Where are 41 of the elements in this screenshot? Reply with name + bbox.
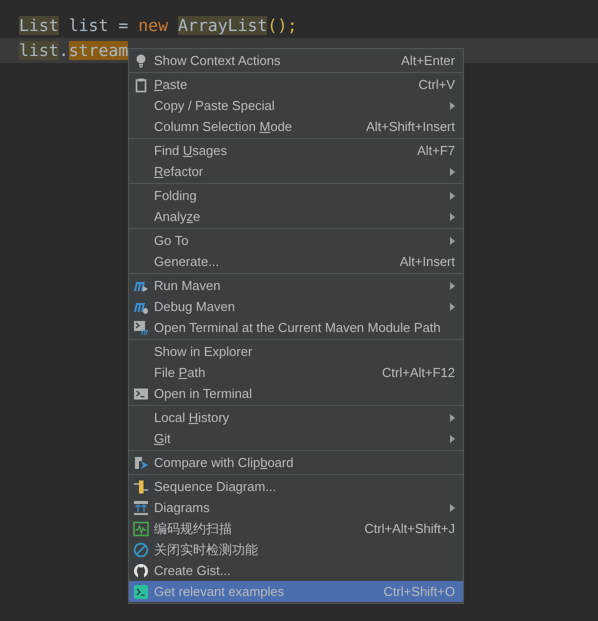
forbidden-icon	[133, 542, 149, 558]
diagram-icon	[133, 500, 149, 516]
menu-item[interactable]: Go To	[129, 230, 463, 251]
compare-icon	[133, 454, 149, 470]
menu-item[interactable]: 编码规约扫描 Ctrl+Alt+Shift+J	[129, 518, 463, 539]
menu-item[interactable]: Column Selection Mode Alt+Shift+Insert	[129, 116, 463, 137]
sequence-diagram-icon	[133, 478, 149, 494]
menu-item[interactable]: Local History	[129, 407, 463, 428]
shortcut-text: Alt+Shift+Insert	[366, 119, 455, 134]
menu-item[interactable]: Debug Maven	[129, 296, 463, 317]
menu-item[interactable]: Run Maven	[129, 275, 463, 296]
clipboard-icon	[133, 76, 149, 92]
code-line: List list = new ArrayList();	[18, 15, 298, 37]
chart-icon	[133, 520, 149, 536]
terminal-icon	[133, 386, 149, 402]
terminal-icon	[133, 320, 149, 336]
cat-icon	[133, 562, 149, 578]
shortcut-text: Ctrl+Alt+Shift+J	[364, 521, 455, 536]
menu-item[interactable]: Diagrams	[129, 497, 463, 518]
menu-item[interactable]: Create Gist...	[129, 560, 463, 581]
menu-item[interactable]: File Path Ctrl+Alt+F12	[129, 362, 463, 383]
menu-item[interactable]: Refactor	[129, 161, 463, 182]
shortcut-text: Alt+F7	[417, 143, 455, 158]
menu-item[interactable]: 关闭实时检测功能	[129, 539, 463, 560]
menu-item[interactable]: Copy / Paste Special	[129, 95, 463, 116]
menu-item[interactable]: Sequence Diagram...	[129, 476, 463, 497]
menu-item[interactable]: Open Terminal at the Current Maven Module Path	[129, 317, 463, 338]
shortcut-text: Ctrl+Alt+F12	[382, 365, 455, 380]
menu-item[interactable]: Compare with Clipboard	[129, 452, 463, 473]
menu-item[interactable]: Git	[129, 428, 463, 449]
terminal-icon	[133, 584, 149, 600]
menu-item[interactable]: Generate... Alt+Insert	[129, 251, 463, 272]
menu-item[interactable]: Paste Ctrl+V	[129, 74, 463, 95]
shortcut-text: Ctrl+V	[418, 77, 455, 92]
menu-item[interactable]: Folding	[129, 185, 463, 206]
shortcut-text: Alt+Insert	[400, 254, 455, 269]
menu-item[interactable]: Find Usages Alt+F7	[129, 140, 463, 161]
menu-item[interactable]: Show in Explorer	[129, 341, 463, 362]
shortcut-text: Ctrl+Shift+O	[383, 584, 455, 599]
menu-item[interactable]: Open in Terminal	[129, 383, 463, 404]
menu-item[interactable]: Analyze	[129, 206, 463, 227]
